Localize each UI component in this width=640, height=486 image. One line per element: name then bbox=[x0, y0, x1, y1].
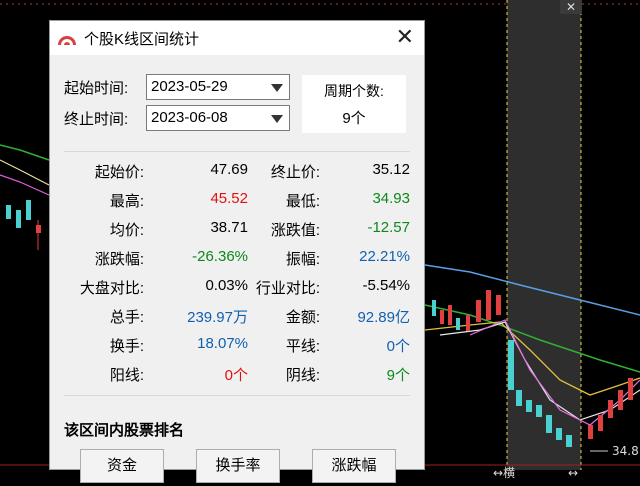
down-count-value: 9个 bbox=[386, 367, 410, 384]
change-value: -12.57 bbox=[367, 219, 410, 236]
low-value: 34.93 bbox=[372, 190, 410, 207]
svg-text:↔: ↔ bbox=[568, 466, 578, 480]
rank-by-fund-button[interactable]: 资金 bbox=[80, 449, 164, 483]
total-volume-label: 总手: bbox=[109, 309, 144, 326]
start-time-value: 2023-05-29 bbox=[151, 78, 228, 95]
rank-by-change-button[interactable]: 涨跌幅 bbox=[312, 449, 396, 483]
amplitude-value: 22.21% bbox=[359, 248, 410, 265]
industry-compare-value: -5.54% bbox=[362, 277, 410, 294]
low-label: 最低: bbox=[285, 193, 320, 210]
app-logo-icon bbox=[58, 36, 76, 45]
end-price-value: 35.12 bbox=[372, 161, 410, 178]
flat-count-label: 平线: bbox=[285, 338, 320, 355]
amount-value: 92.89亿 bbox=[357, 309, 410, 326]
dialog-titlebar[interactable]: 个股K线区间统计 ✕ bbox=[50, 21, 424, 55]
period-count-label: 周期个数: bbox=[324, 83, 384, 99]
start-time-label: 起始时间: bbox=[64, 80, 129, 97]
dialog-title: 个股K线区间统计 bbox=[84, 30, 200, 48]
amplitude-label: 振幅: bbox=[285, 251, 320, 268]
change-label: 涨跌值: bbox=[270, 222, 320, 239]
price-marker-label: 34.8 bbox=[612, 444, 639, 458]
market-compare-label: 大盘对比: bbox=[79, 280, 144, 297]
rank-section-title: 该区间内股票排名 bbox=[64, 422, 185, 439]
svg-text:↔: ↔ bbox=[493, 466, 503, 480]
pct-change-label: 涨跌幅: bbox=[94, 251, 144, 268]
down-count-label: 阴线: bbox=[285, 367, 320, 384]
flat-count-value: 0个 bbox=[386, 338, 410, 355]
divider bbox=[64, 395, 410, 396]
start-price-label: 起始价: bbox=[94, 164, 144, 181]
industry-compare-label: 行业对比: bbox=[255, 280, 320, 297]
avg-price-label: 均价: bbox=[109, 222, 144, 239]
divider bbox=[64, 151, 410, 152]
up-count-label: 阳线: bbox=[109, 367, 144, 384]
period-count-box: 周期个数: 9个 bbox=[302, 75, 406, 133]
chevron-down-icon bbox=[271, 84, 283, 92]
chevron-down-icon bbox=[271, 115, 283, 123]
end-time-select[interactable]: 2023-06-08 bbox=[146, 105, 290, 131]
dialog-content: 起始时间: 2023-05-29 终止时间: 2023-06-08 周期个数: … bbox=[50, 55, 424, 483]
close-icon[interactable]: ✕ bbox=[396, 26, 414, 48]
amount-label: 金额: bbox=[285, 309, 320, 326]
kline-interval-stats-dialog: 个股K线区间统计 ✕ 起始时间: 2023-05-29 终止时间: 2023-0… bbox=[49, 20, 425, 483]
high-label: 最高: bbox=[109, 193, 144, 210]
end-price-label: 终止价: bbox=[270, 164, 320, 181]
end-time-value: 2023-06-08 bbox=[151, 109, 228, 126]
turnover-label: 换手: bbox=[109, 338, 144, 355]
rank-by-turnover-button[interactable]: 换手率 bbox=[196, 449, 280, 483]
start-time-select[interactable]: 2023-05-29 bbox=[146, 74, 290, 100]
end-time-label: 终止时间: bbox=[64, 111, 129, 128]
svg-text:✕: ✕ bbox=[566, 0, 576, 14]
axis-marker-label: 横 bbox=[503, 466, 515, 480]
period-count-value: 9个 bbox=[342, 110, 366, 127]
